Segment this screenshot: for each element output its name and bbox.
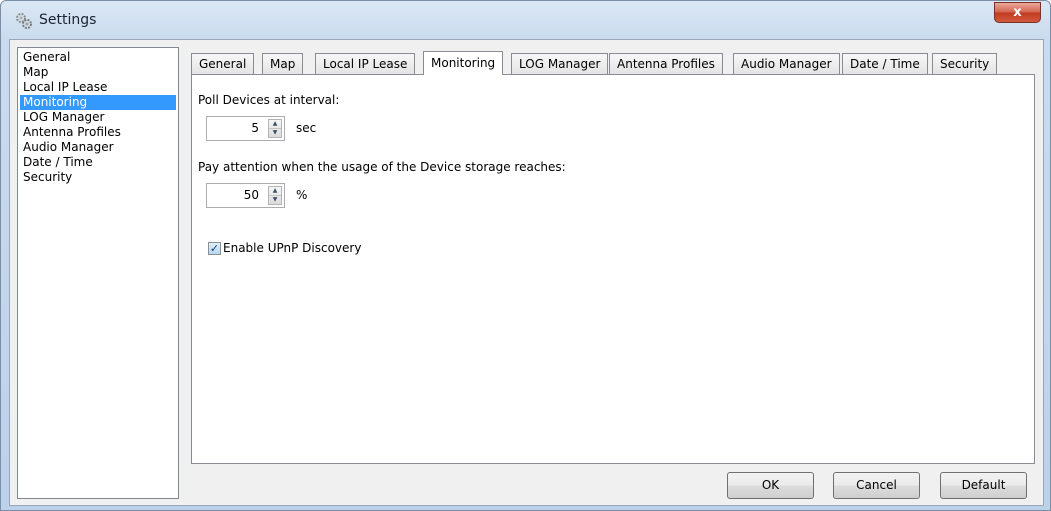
close-button[interactable]: x [994,2,1041,23]
ok-button[interactable]: OK [727,472,814,499]
sidebar-item-general[interactable]: General [20,50,176,65]
sidebar-item-antenna-profiles[interactable]: Antenna Profiles [20,125,176,140]
title-bar[interactable]: Settings x [1,1,1050,39]
poll-interval-spin-buttons[interactable]: ▲ ▼ [268,119,282,138]
sidebar-item-map[interactable]: Map [20,65,176,80]
storage-threshold-unit: % [296,188,308,202]
client-area: General Map Local IP Lease Monitoring LO… [9,39,1044,506]
tab-local-ip-lease[interactable]: Local IP Lease [315,53,416,74]
tab-date-time[interactable]: Date / Time [842,53,928,74]
sidebar-item-monitoring[interactable]: Monitoring [20,95,176,110]
spin-up-icon[interactable]: ▲ [269,120,281,129]
upnp-checkbox[interactable]: ✓ [208,242,221,255]
sidebar-item-date-time[interactable]: Date / Time [20,155,176,170]
poll-interval-label: Poll Devices at interval: [198,93,340,107]
monitoring-panel: Poll Devices at interval: 5 ▲ ▼ sec Pay … [191,74,1035,464]
spin-up-icon[interactable]: ▲ [269,187,281,196]
tab-general[interactable]: General [191,53,255,74]
tab-log-manager[interactable]: LOG Manager [511,53,609,74]
sidebar-item-log-manager[interactable]: LOG Manager [20,110,176,125]
settings-window: Settings x General Map Local IP Lease Mo… [0,0,1051,511]
gears-icon [16,13,32,29]
storage-threshold-spin-buttons[interactable]: ▲ ▼ [268,186,282,205]
poll-interval-spinner[interactable]: 5 ▲ ▼ [206,116,285,141]
tab-antenna-profiles[interactable]: Antenna Profiles [609,53,723,74]
poll-interval-value[interactable]: 5 [251,117,259,140]
sidebar-item-audio-manager[interactable]: Audio Manager [20,140,176,155]
poll-interval-unit: sec [296,121,317,135]
sidebar-item-local-ip-lease[interactable]: Local IP Lease [20,80,176,95]
window-title: Settings [39,12,97,28]
close-icon: x [1013,5,1022,20]
spin-down-icon[interactable]: ▼ [269,196,281,204]
storage-threshold-value[interactable]: 50 [244,184,259,207]
default-button[interactable]: Default [940,472,1027,499]
tab-security[interactable]: Security [932,53,998,74]
sidebar-list[interactable]: General Map Local IP Lease Monitoring LO… [17,47,179,499]
checkmark-icon: ✓ [209,242,220,255]
spin-down-icon[interactable]: ▼ [269,129,281,137]
upnp-label[interactable]: Enable UPnP Discovery [223,241,361,255]
tab-monitoring[interactable]: Monitoring [423,51,504,75]
sidebar-item-security[interactable]: Security [20,170,176,185]
storage-threshold-label: Pay attention when the usage of the Devi… [198,160,566,174]
tab-map[interactable]: Map [262,53,304,74]
cancel-button[interactable]: Cancel [833,472,920,499]
tab-audio-manager[interactable]: Audio Manager [733,53,840,74]
storage-threshold-spinner[interactable]: 50 ▲ ▼ [206,183,285,208]
